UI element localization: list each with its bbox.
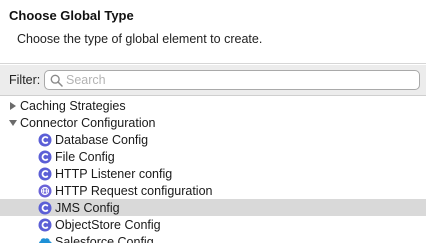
tree-item-label: Database Config [55, 132, 149, 147]
salesforce-cloud-icon [39, 238, 52, 243]
tree-item-http-request-configuration[interactable]: HTTP Request configuration [0, 182, 426, 199]
tree-category-label: Connector Configuration [20, 115, 156, 130]
tree-item-salesforce-config[interactable]: Salesforce Config [0, 233, 426, 243]
tree-item-label: HTTP Request configuration [55, 183, 213, 198]
search-box[interactable] [44, 70, 420, 90]
dialog-content: Filter: Caching Strategies Connector Con… [0, 65, 426, 243]
dialog-description: Choose the type of global element to cre… [17, 32, 263, 46]
tree-category-connector-configuration[interactable]: Connector Configuration [0, 114, 426, 131]
expand-arrow-icon[interactable] [8, 101, 18, 111]
connector-c-icon [38, 218, 52, 232]
dialog-title: Choose Global Type [9, 8, 134, 23]
tree-item-label: ObjectStore Config [55, 217, 161, 232]
tree-item-label: JMS Config [55, 200, 120, 215]
tree-item-label: HTTP Listener config [55, 166, 173, 181]
connector-c-icon [38, 133, 52, 147]
search-input[interactable] [66, 72, 411, 88]
filter-row: Filter: [0, 65, 426, 95]
globe-connector-icon [38, 184, 52, 198]
connector-c-icon [38, 167, 52, 181]
tree-item-database-config[interactable]: Database Config [0, 131, 426, 148]
collapse-arrow-icon[interactable] [8, 118, 18, 128]
search-icon [50, 74, 63, 87]
tree-item-objectstore-config[interactable]: ObjectStore Config [0, 216, 426, 233]
connector-c-icon [38, 201, 52, 215]
tree-category-label: Caching Strategies [20, 98, 126, 113]
tree-item-http-listener-config[interactable]: HTTP Listener config [0, 165, 426, 182]
filter-label: Filter: [9, 73, 41, 87]
tree-item-label: Salesforce Config [55, 234, 154, 243]
tree-item-label: File Config [55, 149, 115, 164]
tree-category-caching-strategies[interactable]: Caching Strategies [0, 97, 426, 114]
tree-item-jms-config[interactable]: JMS Config [0, 199, 426, 216]
dialog-header: Choose Global Type Choose the type of gl… [0, 0, 426, 64]
connector-c-icon [38, 150, 52, 164]
tree-item-file-config[interactable]: File Config [0, 148, 426, 165]
global-type-tree[interactable]: Caching Strategies Connector Configurati… [0, 95, 426, 243]
